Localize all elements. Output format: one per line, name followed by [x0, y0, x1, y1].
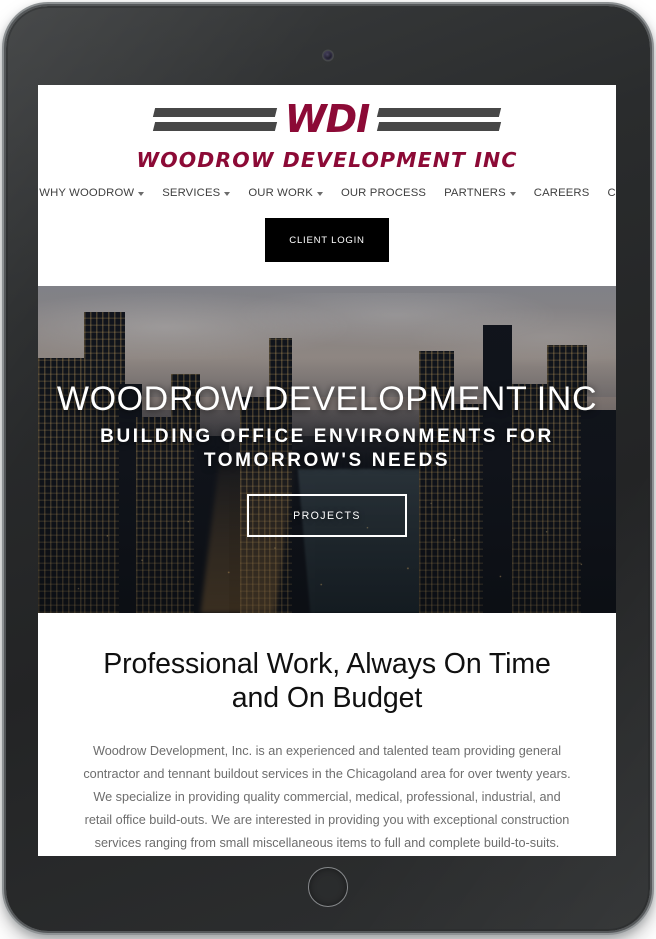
nav-item-label: OUR WORK — [248, 187, 313, 199]
nav-item-label: SERVICES — [162, 187, 221, 199]
chevron-down-icon — [509, 192, 516, 196]
logo-bars-left-icon — [152, 107, 277, 131]
nav-item-careers[interactable]: CAREERS — [525, 187, 599, 199]
browser-viewport: WDI WOODROW DEVELOPMENT INC HOME WHY WOO… — [38, 85, 616, 856]
nav-item-contact[interactable]: CONTACT — [598, 187, 616, 199]
nav-item-label: PARTNERS — [444, 187, 506, 199]
nav-item-label: OUR PROCESS — [340, 187, 427, 199]
nav-item-partners[interactable]: PARTNERS — [435, 187, 525, 199]
site-header: WDI WOODROW DEVELOPMENT INC HOME WHY WOO… — [38, 85, 616, 286]
nav-item-why-woodrow[interactable]: WHY WOODROW — [38, 187, 153, 199]
logo-mark: WDI — [38, 97, 616, 141]
camera-dot-icon — [323, 51, 333, 60]
nav-item-our-process[interactable]: OUR PROCESS — [332, 187, 435, 199]
hero-cta-wrapper: PROJECTS — [38, 493, 616, 537]
client-login-button[interactable]: CLIENT LOGIN — [265, 218, 389, 262]
nav-item-label: CONTACT — [607, 187, 616, 199]
projects-button[interactable]: PROJECTS — [247, 493, 407, 537]
chevron-down-icon — [316, 192, 323, 196]
main-navigation: HOME WHY WOODROW SERVICES OUR WORK OUR P… — [38, 174, 616, 199]
hero-subtitle: BUILDING OFFICE ENVIRONMENTS FOR TOMORRO… — [100, 426, 554, 472]
intro-section: Professional Work, Always On Time and On… — [38, 613, 616, 856]
intro-paragraph-1: Woodrow Development, Inc. is an experien… — [83, 743, 571, 851]
chevron-down-icon — [224, 192, 231, 196]
logo-bars-right-icon — [377, 107, 502, 131]
nav-item-our-work[interactable]: OUR WORK — [239, 187, 332, 199]
hero-title: WOODROW DEVELOPMENT INC — [56, 380, 598, 418]
nav-item-label: WHY WOODROW — [39, 187, 135, 199]
hero-banner: WOODROW DEVELOPMENT INC BUILDING OFFICE … — [38, 286, 616, 613]
home-button-icon[interactable] — [308, 867, 348, 907]
hero-content: WOODROW DEVELOPMENT INC BUILDING OFFICE … — [38, 380, 616, 537]
nav-item-label: CAREERS — [533, 187, 590, 199]
logo-tagline: WOODROW DEVELOPMENT INC — [136, 148, 518, 172]
chevron-down-icon — [138, 192, 145, 196]
logo-wordmark: WDI — [284, 97, 371, 141]
nav-item-services[interactable]: SERVICES — [153, 187, 239, 199]
site-logo[interactable]: WDI WOODROW DEVELOPMENT INC — [38, 91, 616, 174]
client-login-wrapper: CLIENT LOGIN — [38, 199, 616, 286]
intro-heading: Professional Work, Always On Time and On… — [103, 648, 551, 715]
